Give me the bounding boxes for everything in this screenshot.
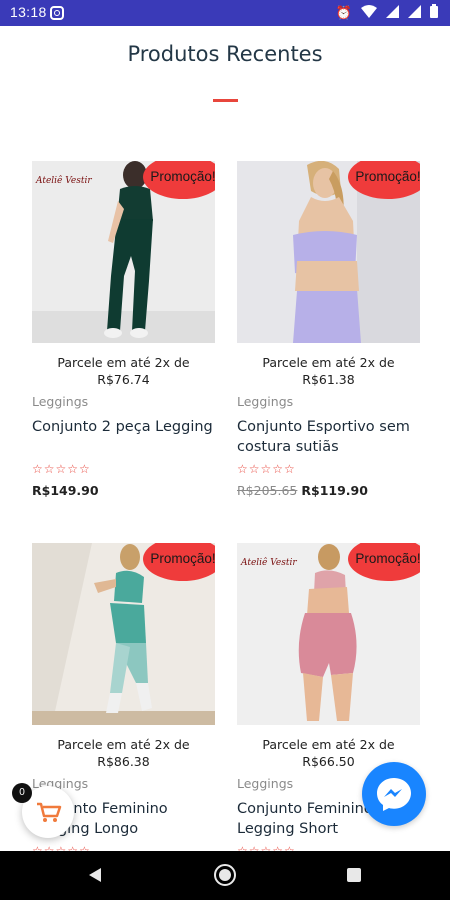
title-divider	[213, 99, 238, 102]
installment-value: R$86.38	[97, 754, 150, 769]
signal-icon	[408, 4, 421, 22]
recents-icon[interactable]	[347, 868, 361, 882]
installment-text: Parcele em até 2x de R$61.38	[237, 354, 420, 388]
installment-value: R$61.38	[302, 372, 355, 387]
installment-text: Parcele em até 2x de R$76.74	[32, 354, 215, 388]
status-time: 13:18	[10, 4, 47, 20]
product-image[interactable]: Ateliê Vestir Promoção!	[237, 543, 420, 725]
product-name[interactable]: Conjunto 2 peça Legging	[32, 417, 222, 437]
battery-icon	[430, 4, 438, 22]
cart-count-badge: 0	[12, 783, 32, 803]
brand-logo: Ateliê Vestir	[35, 175, 92, 186]
brand-logo: Ateliê Vestir	[240, 557, 297, 568]
status-icons: ⏰	[336, 4, 438, 22]
product-image[interactable]: Promoção!	[32, 543, 215, 725]
installment-text: Parcele em até 2x de R$86.38	[32, 736, 215, 770]
old-price: R$205.65	[237, 483, 298, 498]
product-price: R$149.90	[32, 483, 99, 498]
rating-stars: ☆☆☆☆☆	[237, 462, 296, 476]
product-category[interactable]: Leggings	[237, 394, 293, 409]
product-price: R$205.65 R$119.90	[237, 483, 368, 498]
wifi-icon	[361, 4, 377, 22]
alarm-icon: ⏰	[335, 5, 352, 20]
status-bar: 13:18 ⏰	[0, 0, 450, 26]
current-price: R$149.90	[32, 483, 99, 498]
current-price: R$119.90	[301, 483, 368, 498]
page-title: Produtos Recentes	[127, 42, 323, 66]
instagram-icon	[50, 6, 64, 20]
system-nav-bar	[0, 851, 450, 900]
messenger-icon	[377, 778, 411, 811]
installment-label: Parcele em até 2x de	[262, 355, 395, 370]
product-category[interactable]: Leggings	[237, 776, 293, 791]
rating-stars: ☆☆☆☆☆	[32, 462, 91, 476]
installment-label: Parcele em até 2x de	[262, 737, 395, 752]
signal-icon	[386, 4, 399, 22]
product-category[interactable]: Leggings	[32, 394, 88, 409]
product-image[interactable]: Promoção!	[237, 161, 420, 343]
installment-label: Parcele em até 2x de	[57, 355, 190, 370]
messenger-button[interactable]	[362, 762, 426, 826]
installment-value: R$76.74	[97, 372, 150, 387]
installment-label: Parcele em até 2x de	[57, 737, 190, 752]
product-image[interactable]: Ateliê Vestir Promoção!	[32, 161, 215, 343]
back-icon[interactable]	[89, 868, 101, 882]
product-name[interactable]: Conjunto Esportivo sem costura sutiãs	[237, 417, 427, 457]
